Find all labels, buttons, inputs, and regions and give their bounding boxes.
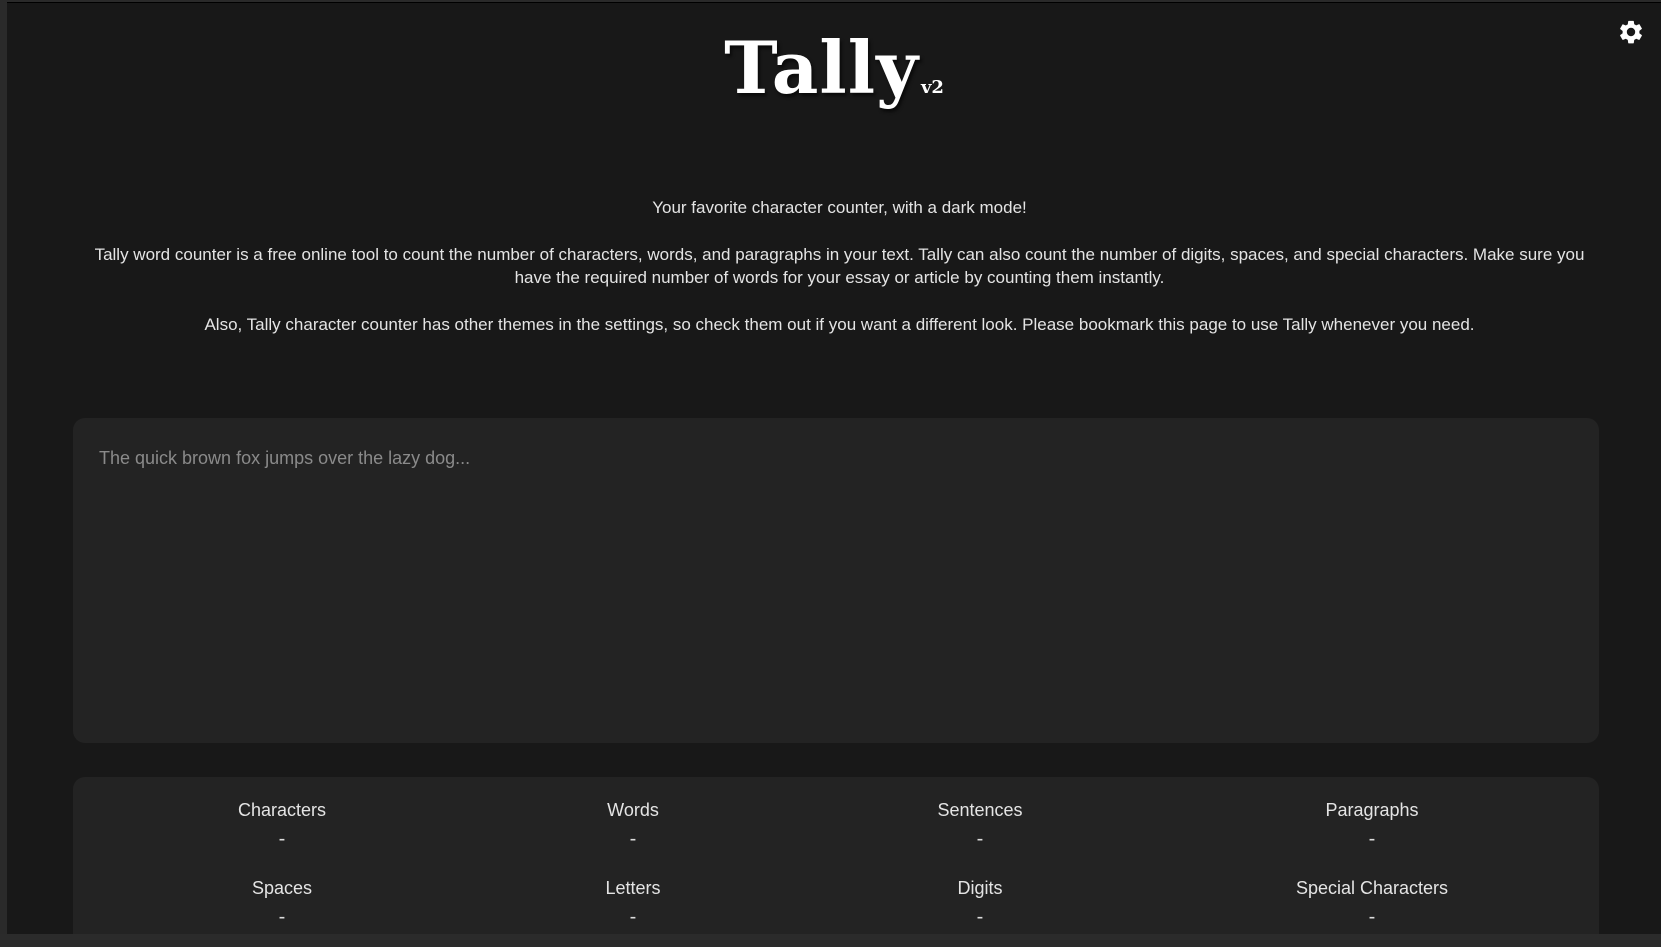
stat-value: - — [976, 828, 984, 850]
stat-spaces: Spaces - — [132, 877, 432, 929]
app-version: v2 — [920, 77, 944, 98]
stat-paragraphs: Paragraphs - — [1222, 799, 1522, 851]
stat-label: Characters — [237, 800, 327, 820]
stat-value: - — [629, 906, 637, 928]
stat-label: Paragraphs — [1325, 800, 1419, 820]
stat-value: - — [278, 906, 286, 928]
stats-panel: Characters - Words - Sentences - Paragra… — [73, 777, 1599, 935]
stat-sentences: Sentences - — [830, 799, 1130, 851]
app-title: Tally — [724, 25, 919, 110]
stat-label: Letters — [605, 878, 661, 898]
stat-digits: Digits - — [830, 877, 1130, 929]
stat-value: - — [278, 828, 286, 850]
stat-label: Special Characters — [1295, 878, 1449, 898]
stat-label: Digits — [957, 878, 1003, 898]
window-edge — [0, 0, 7, 934]
description-text: Tally word counter is a free online tool… — [94, 245, 1585, 287]
stat-special-characters: Special Characters - — [1222, 877, 1522, 929]
themes-note-text: Also, Tally character counter has other … — [204, 315, 1475, 334]
stat-label: Sentences — [937, 800, 1023, 820]
app-logo: Tally v2 — [7, 25, 1661, 110]
text-input-area[interactable] — [73, 418, 1599, 743]
stat-words: Words - — [483, 799, 783, 851]
stat-value: - — [629, 828, 637, 850]
stat-label: Spaces — [251, 878, 313, 898]
stat-value: - — [1368, 828, 1376, 850]
window-bottom-edge — [0, 934, 1661, 947]
stat-value: - — [1368, 906, 1376, 928]
stat-label: Words — [607, 800, 659, 820]
page: Tally v2 Your favorite character counter,… — [7, 2, 1661, 935]
stat-value: - — [976, 906, 984, 928]
tagline: Your favorite character counter, with a … — [652, 198, 1027, 217]
stat-characters: Characters - — [132, 799, 432, 851]
stat-letters: Letters - — [483, 877, 783, 929]
